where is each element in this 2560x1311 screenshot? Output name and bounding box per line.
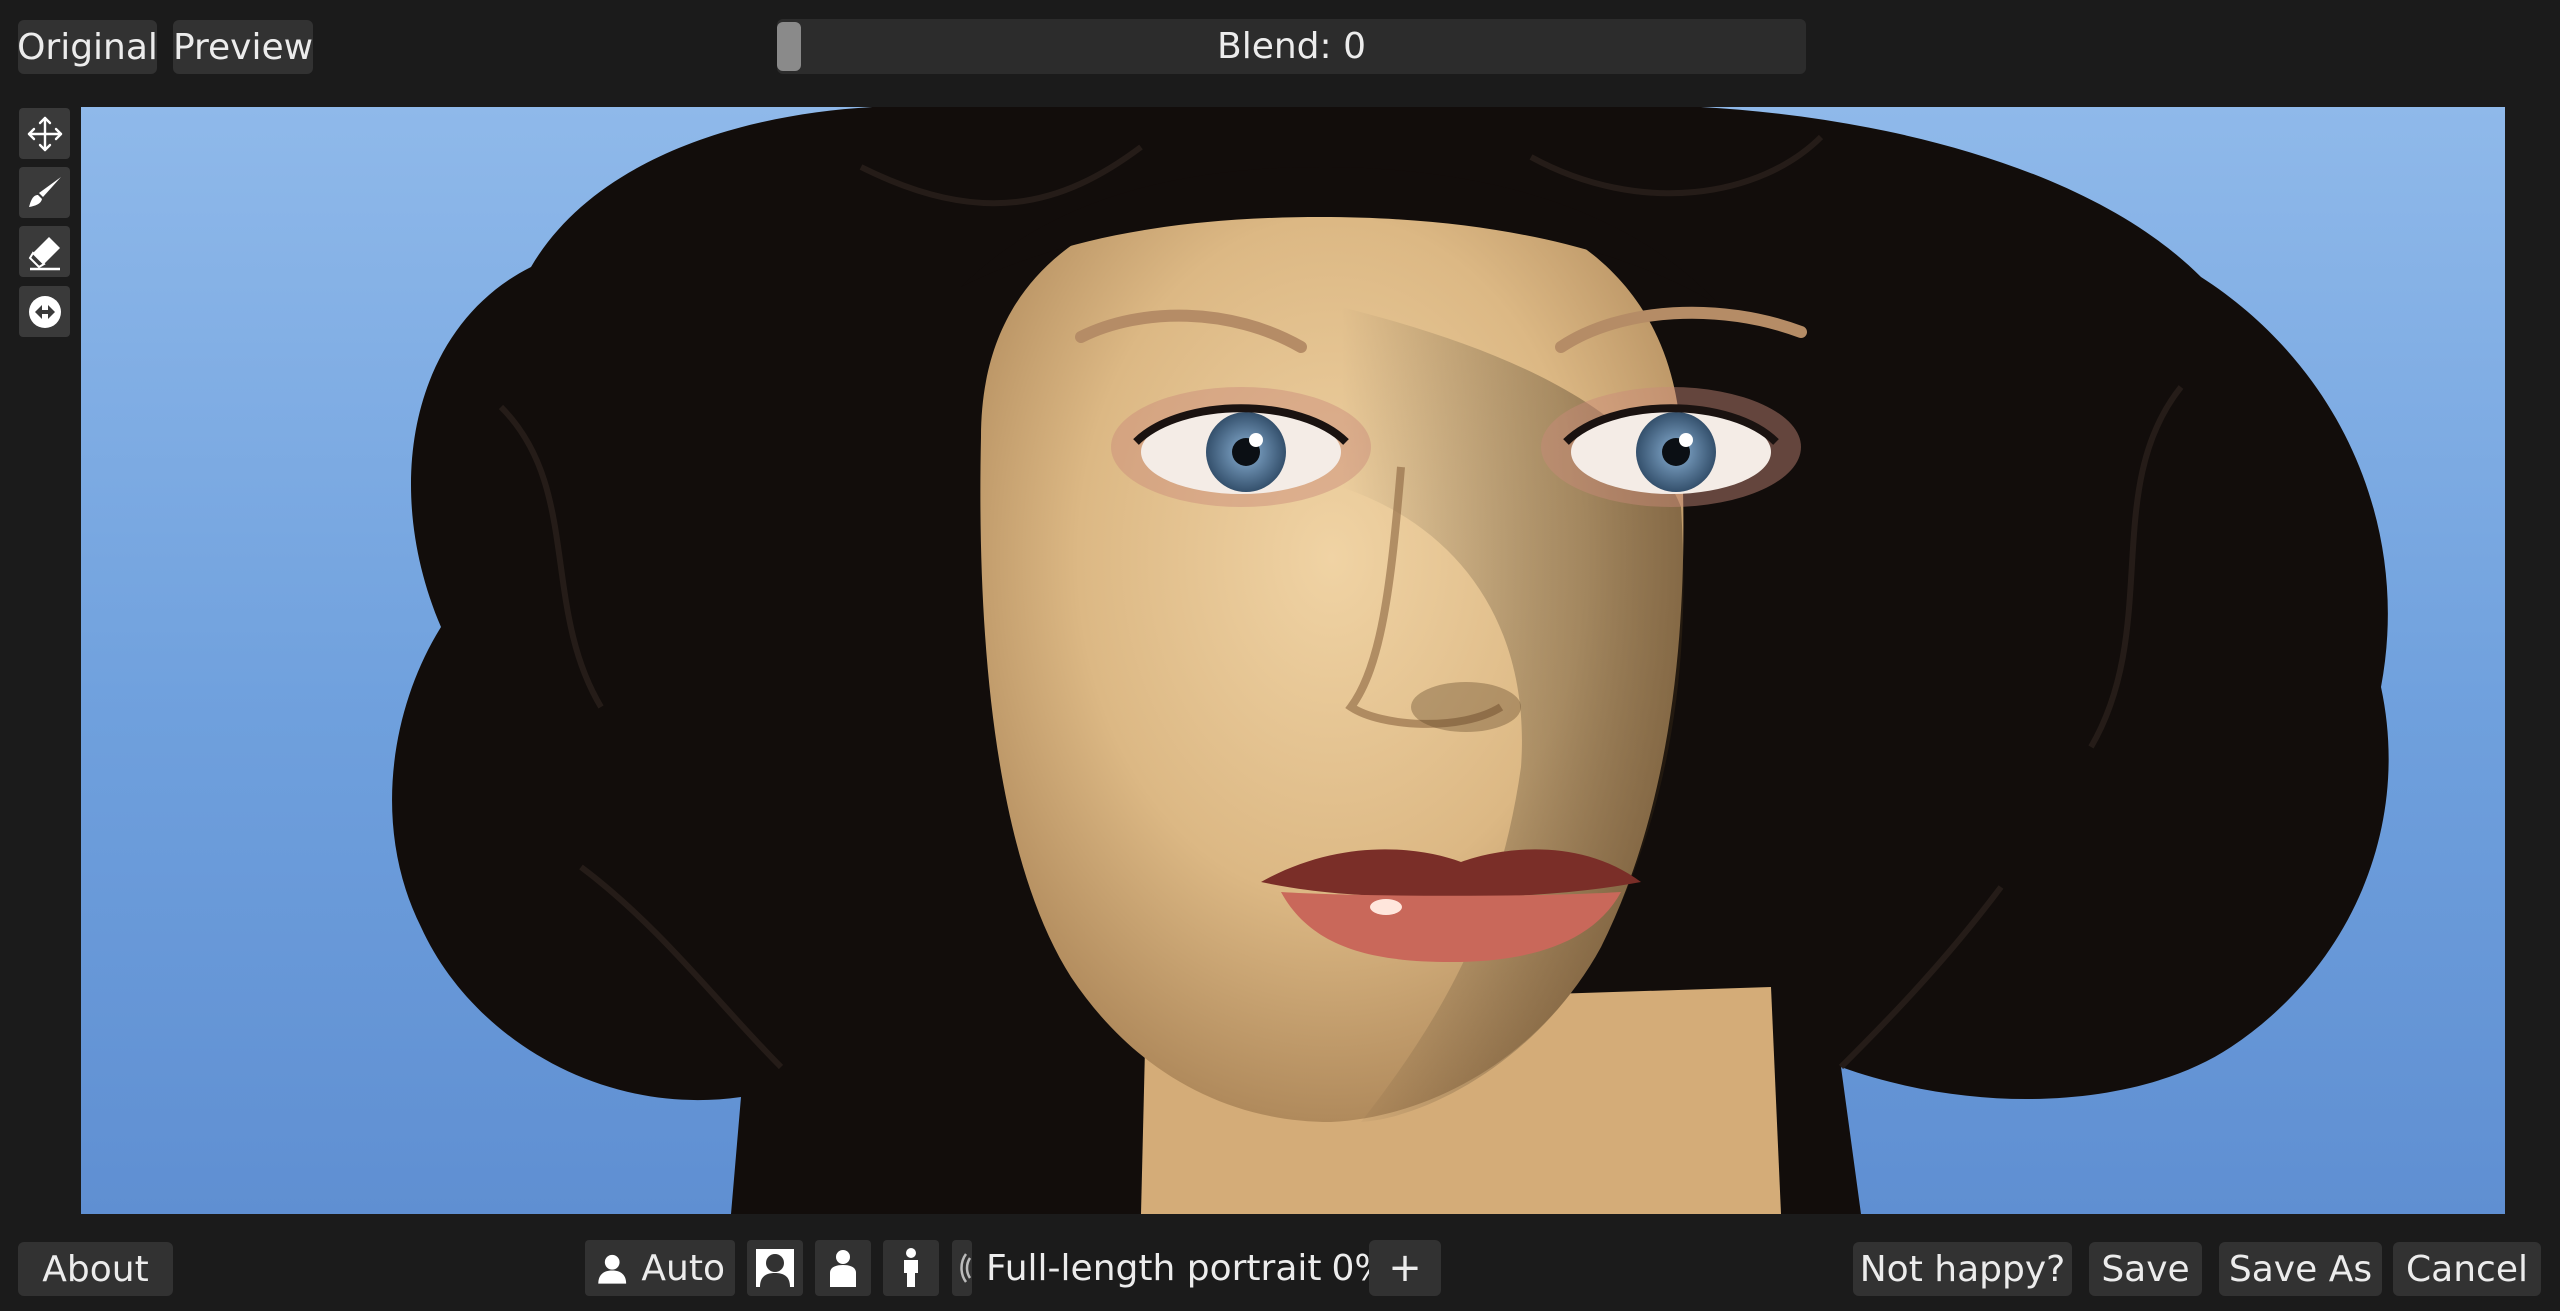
add-button[interactable]: + bbox=[1369, 1240, 1441, 1296]
cancel-button[interactable]: Cancel bbox=[2393, 1242, 2541, 1296]
full-body-icon bbox=[904, 1248, 918, 1287]
eraser-tool-button[interactable] bbox=[19, 226, 70, 277]
blend-label: Blend: 0 bbox=[1217, 26, 1366, 67]
save-as-button[interactable]: Save As bbox=[2219, 1242, 2382, 1296]
half-portrait-icon bbox=[830, 1250, 856, 1287]
portrait-mode-group: Auto bbox=[585, 1240, 939, 1296]
preview-button[interactable]: Preview bbox=[173, 20, 313, 74]
photo-canvas[interactable] bbox=[81, 107, 2505, 1214]
not-happy-button[interactable]: Not happy? bbox=[1853, 1242, 2072, 1296]
blend-slider[interactable]: Blend: 0 bbox=[777, 19, 1806, 74]
blend-slider-handle[interactable] bbox=[777, 22, 801, 71]
save-button[interactable]: Save bbox=[2089, 1242, 2202, 1296]
original-button[interactable]: Original bbox=[17, 20, 158, 74]
auto-mode-button[interactable]: Auto bbox=[585, 1240, 735, 1296]
face-portrait-icon bbox=[756, 1249, 794, 1287]
half-portrait-button[interactable] bbox=[815, 1240, 871, 1296]
full-body-button[interactable] bbox=[883, 1240, 939, 1296]
reset-tool-button[interactable] bbox=[19, 286, 70, 337]
portrait-mode-icon-partial bbox=[952, 1240, 972, 1296]
portrait-mode-label: Full-length portrait bbox=[986, 1247, 1322, 1289]
eraser-icon bbox=[28, 236, 60, 270]
brush-tool-button[interactable] bbox=[19, 167, 70, 218]
face-portrait-button[interactable] bbox=[747, 1240, 803, 1296]
reset-icon bbox=[28, 295, 61, 328]
mannequin-photo bbox=[392, 107, 2389, 1214]
brush-icon bbox=[28, 176, 61, 207]
move-tool-button[interactable] bbox=[19, 108, 70, 159]
person-icon bbox=[598, 1254, 627, 1284]
signal-icon bbox=[960, 1253, 972, 1283]
auto-mode-label: Auto bbox=[641, 1247, 725, 1289]
move-icon bbox=[27, 116, 62, 151]
portrait-mode-selector[interactable]: Full-length portrait 0% bbox=[952, 1240, 1389, 1296]
about-button[interactable]: About bbox=[18, 1242, 173, 1296]
